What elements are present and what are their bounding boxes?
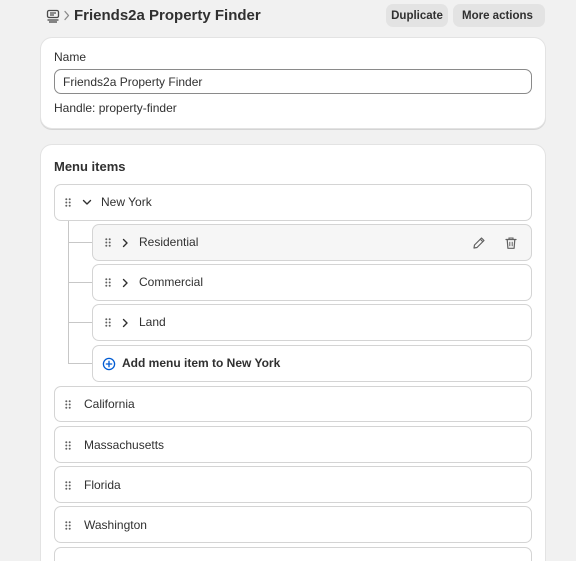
page-title: Friends2a Property Finder xyxy=(74,7,261,24)
menu-item-label: Residential xyxy=(139,235,199,249)
menu-item-label: Land xyxy=(139,315,166,329)
more-actions-label: More actions xyxy=(462,9,533,22)
pencil-icon[interactable] xyxy=(472,236,486,250)
handle-text: Handle: property-finder xyxy=(54,101,177,115)
drag-handle-icon[interactable] xyxy=(65,521,71,530)
tree-connector xyxy=(68,242,92,243)
menu-item-california[interactable]: California xyxy=(54,386,532,422)
duplicate-button[interactable]: Duplicate xyxy=(386,4,448,27)
menu-item-label: Massachusetts xyxy=(84,438,165,452)
breadcrumb-chevron-icon xyxy=(64,10,70,21)
menu-item-florida[interactable]: Florida xyxy=(54,466,532,503)
drag-handle-icon[interactable] xyxy=(65,441,71,450)
handle-value: property-finder xyxy=(98,101,177,115)
add-menu-item-button[interactable]: Add menu item to New York xyxy=(92,345,532,382)
drag-handle-icon[interactable] xyxy=(105,278,111,287)
more-actions-button[interactable]: More actions xyxy=(453,4,545,27)
page-header: Friends2a Property Finder Duplicate More… xyxy=(0,0,576,34)
chevron-right-icon[interactable] xyxy=(122,318,129,328)
menu-item-land[interactable]: Land xyxy=(92,304,532,341)
drag-handle-icon[interactable] xyxy=(65,400,71,409)
trash-icon[interactable] xyxy=(504,236,518,250)
menu-item-label: Washington xyxy=(84,518,147,532)
chevron-right-icon[interactable] xyxy=(122,238,129,248)
chevron-down-icon[interactable] xyxy=(82,199,92,206)
handle-prefix: Handle: xyxy=(54,101,99,115)
drag-handle-icon[interactable] xyxy=(65,481,71,490)
menu-item-label: Commercial xyxy=(139,275,204,289)
name-card: Name Friends2a Property Finder Handle: p… xyxy=(41,38,545,128)
duplicate-button-label: Duplicate xyxy=(391,9,443,22)
menu-item-residential[interactable]: Residential xyxy=(92,224,532,261)
plus-circle-icon xyxy=(102,357,116,371)
chevron-right-icon[interactable] xyxy=(122,278,129,288)
menu-item-washington[interactable]: Washington xyxy=(54,506,532,543)
tree-connector xyxy=(68,282,92,283)
name-label: Name xyxy=(54,50,87,64)
drag-handle-icon[interactable] xyxy=(105,238,111,247)
menu-items-title: Menu items xyxy=(54,159,126,174)
menu-items-card: Menu items New York Residential Commerci… xyxy=(41,145,545,561)
menu-item-massachusetts[interactable]: Massachusetts xyxy=(54,426,532,463)
drag-handle-icon[interactable] xyxy=(65,198,71,207)
name-input[interactable]: Friends2a Property Finder xyxy=(54,69,532,94)
menu-item-new-york[interactable]: New York xyxy=(54,184,532,221)
add-menu-item-label: Add menu item to New York xyxy=(122,356,281,370)
drag-handle-icon[interactable] xyxy=(105,318,111,327)
navigation-menu-icon[interactable] xyxy=(46,9,60,23)
menu-item-commercial[interactable]: Commercial xyxy=(92,264,532,301)
menu-item-label: California xyxy=(84,397,135,411)
menu-item-label: New York xyxy=(101,195,152,209)
menu-item-label: Florida xyxy=(84,478,121,492)
tree-connector xyxy=(68,322,92,323)
menu-item-partial[interactable] xyxy=(54,547,532,561)
tree-connector xyxy=(68,363,92,364)
